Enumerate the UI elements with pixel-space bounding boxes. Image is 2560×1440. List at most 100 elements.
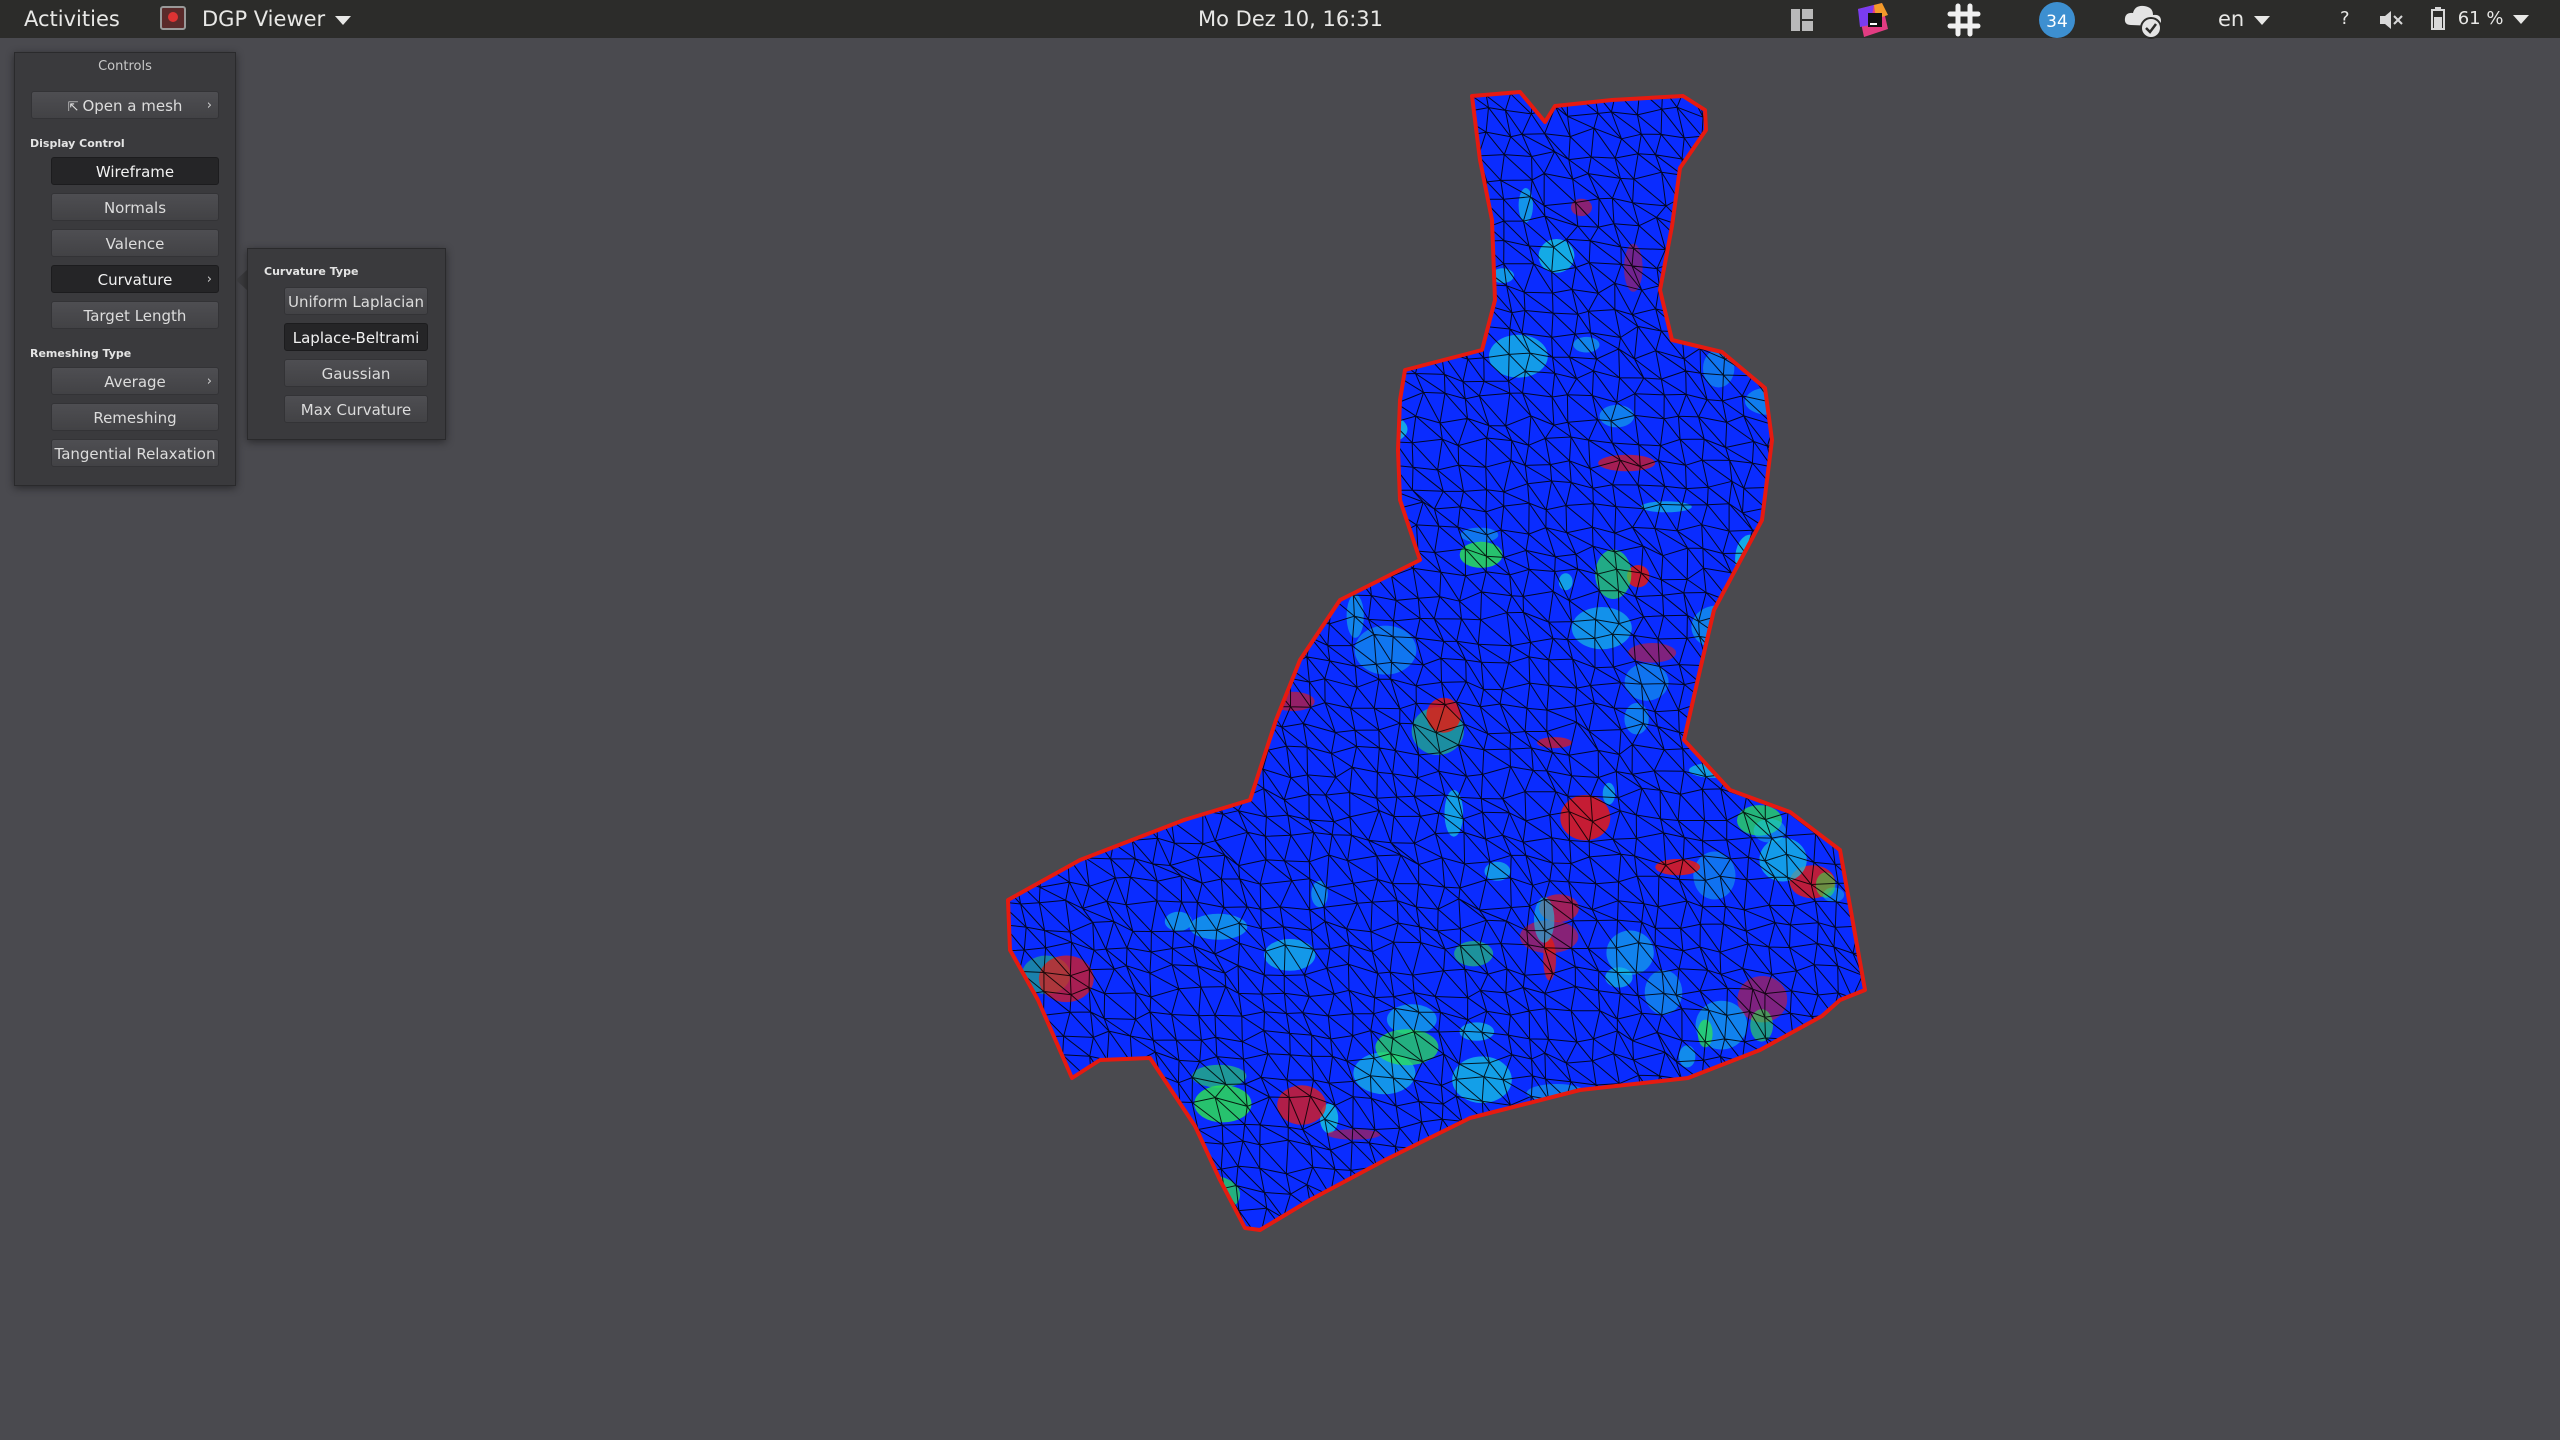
- battery-icon: [2431, 7, 2445, 30]
- curvature-patch: [1087, 1128, 1107, 1166]
- normals-button[interactable]: Normals: [51, 193, 219, 221]
- curvature-patch: [1037, 368, 1099, 414]
- target-length-button[interactable]: Target Length: [51, 301, 219, 329]
- curvature-patch: [1156, 108, 1193, 141]
- app-name: DGP Viewer: [202, 7, 326, 31]
- remeshing-button[interactable]: Remeshing: [51, 403, 219, 431]
- curvature-patch: [1008, 1139, 1014, 1159]
- curvature-patch: [1400, 92, 1420, 98]
- curvature-button[interactable]: Curvature ›: [51, 265, 219, 293]
- curvature-patch: [1051, 195, 1101, 233]
- curvature-patch: [1784, 141, 1816, 166]
- curvature-patch: [1558, 573, 1573, 591]
- curvature-patch: [1198, 328, 1243, 365]
- curvature-patch: [1355, 234, 1412, 245]
- curvature-patch: [1802, 536, 1852, 557]
- curvature-patch: [1819, 699, 1862, 741]
- curvature-patch: [1351, 171, 1376, 219]
- battery-menu[interactable]: 61 %: [2430, 0, 2530, 38]
- curvature-patch: [1038, 955, 1094, 1003]
- curvature-patch: [1758, 199, 1787, 247]
- curvature-patch: [1300, 468, 1323, 505]
- curvature-patch: [1867, 698, 1886, 727]
- max-curvature-button[interactable]: Max Curvature: [284, 395, 428, 423]
- remeshing-type-label: Remeshing Type: [30, 347, 132, 360]
- curvature-patch: [1573, 336, 1600, 353]
- clock[interactable]: Mo Dez 10, 16:31: [1198, 0, 1383, 38]
- curvature-patch: [1299, 464, 1356, 488]
- average-label: Average: [104, 373, 166, 391]
- curvature-type-popup: Curvature Type Uniform Laplacian Laplace…: [247, 248, 446, 440]
- panel-title: Controls: [98, 59, 152, 74]
- valence-button[interactable]: Valence: [51, 229, 219, 257]
- volume-muted-icon[interactable]: [2378, 0, 2404, 38]
- curvature-patch: [1089, 314, 1125, 333]
- curvature-patch: [1513, 1175, 1566, 1225]
- curvature-patch: [1151, 95, 1194, 139]
- curvature-patch: [1593, 1199, 1650, 1230]
- curvature-patch: [1024, 239, 1041, 254]
- curvature-patch: [1287, 543, 1326, 573]
- activities-button[interactable]: Activities: [24, 0, 120, 38]
- curvature-patch: [1325, 92, 1374, 138]
- wireframe-button[interactable]: Wireframe: [51, 157, 219, 185]
- curvature-patch: [1277, 1085, 1326, 1125]
- curvature-patch: [1815, 149, 1840, 167]
- curvature-patch: [1772, 137, 1821, 164]
- notification-count: 34: [2046, 12, 2068, 32]
- app-menu[interactable]: DGP Viewer: [160, 0, 352, 38]
- curvature-patch: [1309, 447, 1342, 458]
- curvature-patch: [1117, 138, 1155, 164]
- battery-percentage: 61 %: [2457, 8, 2504, 29]
- curvature-patch: [1270, 691, 1315, 712]
- display-control-label: Display Control: [30, 137, 125, 150]
- curvature-patch: [1537, 737, 1572, 749]
- curvature-patch: [1436, 269, 1470, 292]
- curvature-patch: [1008, 1045, 1031, 1057]
- curvature-label: Curvature: [97, 271, 173, 289]
- top-bar: Activities DGP Viewer Mo Dez 10, 16:31 3…: [0, 0, 2560, 39]
- curvature-patch: [1765, 715, 1796, 750]
- curvature-patch: [1818, 102, 1865, 136]
- chevron-right-icon: ›: [206, 272, 212, 287]
- curvature-patch: [1678, 195, 1738, 226]
- curvature-patch: [1369, 265, 1417, 297]
- chevron-down-icon: [2513, 14, 2530, 24]
- curvature-patch: [1008, 719, 1060, 730]
- curvature-patch: [1194, 1085, 1252, 1123]
- gaussian-button[interactable]: Gaussian: [284, 359, 428, 387]
- curvature-patch: [1031, 389, 1073, 420]
- cloud-sync-icon[interactable]: [2122, 0, 2168, 39]
- help-icon[interactable]: ?: [2340, 0, 2350, 38]
- curvature-patch: [1749, 1091, 1808, 1138]
- notification-badge[interactable]: 34: [2036, 0, 2078, 38]
- curvature-patch: [1114, 1147, 1154, 1162]
- curvature-patch: [1264, 517, 1318, 563]
- curvature-patch: [1602, 782, 1616, 805]
- curvature-patch: [1538, 239, 1575, 273]
- curvature-patch: [1156, 354, 1192, 382]
- curvature-patch: [1008, 370, 1018, 381]
- curvature-patch: [1215, 672, 1272, 712]
- workspace-grid-icon[interactable]: [1790, 0, 1814, 38]
- uniform-laplacian-button[interactable]: Uniform Laplacian: [284, 287, 428, 315]
- toolbox-app-icon[interactable]: [1854, 0, 1892, 38]
- curvature-patch: [1137, 161, 1164, 198]
- language-label: en: [2218, 7, 2245, 31]
- curvature-patch: [1521, 1169, 1544, 1186]
- curvature-patch: [1189, 913, 1248, 940]
- chevron-right-icon: ›: [206, 374, 212, 389]
- laplace-beltrami-button[interactable]: Laplace-Beltrami: [284, 323, 428, 351]
- curvature-patch: [1039, 397, 1054, 442]
- curvature-patch: [1857, 165, 1865, 188]
- dgp-viewer-app-icon: [160, 6, 186, 30]
- curvature-patch: [1750, 1009, 1773, 1042]
- curvature-patch: [1104, 538, 1158, 574]
- average-dropdown[interactable]: Average ›: [51, 367, 219, 395]
- curvature-patch: [1768, 285, 1806, 314]
- curvature-patch: [1759, 837, 1807, 882]
- open-mesh-button[interactable]: ⇱ Open a mesh ›: [31, 91, 219, 119]
- slack-icon[interactable]: [1946, 0, 1982, 38]
- language-menu[interactable]: en: [2218, 0, 2271, 38]
- tangential-relaxation-button[interactable]: Tangential Relaxation: [51, 439, 219, 467]
